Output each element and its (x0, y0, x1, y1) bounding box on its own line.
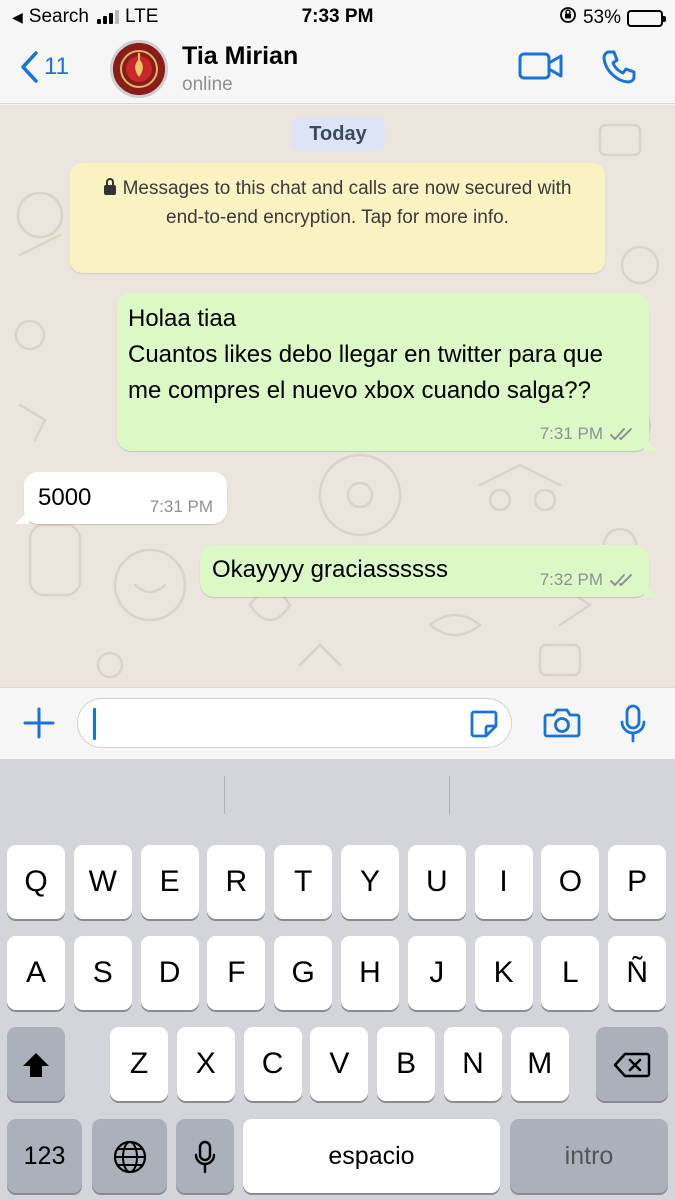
key-k[interactable]: K (474, 936, 533, 1010)
contact-avatar[interactable] (110, 40, 168, 98)
message-meta: 7:31 PM (540, 424, 635, 444)
key-t[interactable]: T (274, 845, 333, 919)
message-text: Holaa tiaa Cuantos likes debo llegar en … (128, 305, 603, 404)
key-j[interactable]: J (407, 936, 466, 1010)
numbers-key[interactable]: 123 (7, 1119, 82, 1193)
key-a[interactable]: A (7, 936, 65, 1010)
camera-icon (543, 708, 581, 738)
key-d[interactable]: D (140, 936, 199, 1010)
orientation-lock-icon (559, 6, 577, 30)
unread-count: 11 (44, 53, 69, 80)
key-e[interactable]: E (140, 845, 199, 919)
back-button[interactable]: 11 (18, 50, 69, 84)
keyboard: QWERTYUIOP ASDFGHJKLÑ ZXCVBNM 123 espaci… (0, 759, 675, 1200)
key-n[interactable]: N (444, 1027, 502, 1101)
shift-key[interactable] (7, 1027, 65, 1101)
attach-button[interactable] (22, 706, 56, 745)
date-separator: Today (291, 117, 385, 151)
globe-icon (113, 1140, 146, 1174)
message-input[interactable] (77, 698, 512, 748)
key-s[interactable]: S (73, 936, 132, 1010)
key-r[interactable]: R (207, 845, 266, 919)
encryption-notice-text: Messages to this chat and calls are now … (122, 178, 572, 228)
voice-note-button[interactable] (619, 704, 647, 749)
message-time: 7:31 PM (539, 424, 603, 443)
key-g[interactable]: G (274, 936, 333, 1010)
key-v[interactable]: V (310, 1027, 369, 1101)
outgoing-message[interactable]: Okayyyy graciassssss 7:32 PM (200, 545, 658, 597)
encryption-notice[interactable]: Messages to this chat and calls are now … (70, 163, 605, 273)
key-i[interactable]: I (474, 845, 533, 919)
globe-key[interactable] (92, 1119, 167, 1193)
sticker-button[interactable] (469, 709, 499, 744)
key-l[interactable]: L (541, 936, 600, 1010)
phone-icon (602, 50, 636, 84)
key-w[interactable]: W (73, 845, 132, 919)
key-p[interactable]: P (608, 845, 667, 919)
key-m[interactable]: M (510, 1027, 569, 1101)
back-chevron-icon (21, 51, 38, 83)
video-call-button[interactable] (518, 50, 564, 87)
key-x[interactable]: X (176, 1027, 235, 1101)
bubble-tail (644, 583, 658, 597)
composer-bar (0, 687, 675, 759)
status-right: 53% (559, 6, 666, 30)
contact-name[interactable]: Tia Mirian (182, 42, 298, 71)
microphone-icon (194, 1140, 216, 1174)
backspace-key[interactable] (596, 1027, 668, 1101)
incoming-message[interactable]: 5000 7:31 PM (15, 472, 227, 524)
message-meta: 7:32 PM (540, 570, 635, 590)
key-h[interactable]: H (341, 936, 399, 1010)
battery-percent: 53% (582, 7, 621, 28)
space-key[interactable]: espacio (243, 1119, 500, 1193)
key-c[interactable]: C (243, 1027, 302, 1101)
contact-status: online (182, 74, 233, 95)
chat-header: 11 Tia Mirian online (0, 34, 675, 104)
key-o[interactable]: O (541, 845, 600, 919)
message-text: Okayyyy graciassssss (212, 556, 449, 583)
bubble-tail (15, 510, 29, 524)
shift-icon (23, 1053, 49, 1078)
key-z[interactable]: Z (110, 1027, 168, 1101)
bubble-tail (644, 437, 658, 451)
status-bar: ◀ Search LTE 7:33 PM 53% (0, 0, 675, 34)
double-check-icon (610, 574, 632, 586)
prediction-divider (224, 776, 225, 814)
message-time: 7:31 PM (149, 497, 213, 516)
video-call-icon (518, 52, 563, 80)
sticker-icon (470, 710, 498, 738)
key-ñ[interactable]: Ñ (608, 936, 667, 1010)
key-f[interactable]: F (207, 936, 266, 1010)
prediction-divider (449, 776, 450, 814)
return-key[interactable]: intro (510, 1119, 668, 1193)
key-y[interactable]: Y (341, 845, 399, 919)
text-caret (93, 708, 96, 740)
camera-button[interactable] (543, 707, 581, 744)
key-b[interactable]: B (377, 1027, 436, 1101)
double-check-icon (610, 428, 632, 440)
key-q[interactable]: Q (7, 845, 65, 919)
microphone-icon (620, 704, 646, 743)
message-time: 7:32 PM (539, 570, 603, 589)
dictation-key[interactable] (176, 1119, 234, 1193)
lock-icon (103, 178, 116, 195)
battery-icon (627, 9, 666, 27)
backspace-icon (613, 1052, 651, 1078)
message-text: 5000 (38, 484, 92, 511)
voice-call-button[interactable] (600, 48, 638, 91)
outgoing-message[interactable]: Holaa tiaa Cuantos likes debo llegar en … (117, 293, 658, 451)
plus-icon (23, 707, 55, 739)
key-u[interactable]: U (407, 845, 466, 919)
message-meta: 7:31 PM (150, 497, 213, 517)
chat-area[interactable]: Today Messages to this chat and calls ar… (0, 105, 675, 687)
